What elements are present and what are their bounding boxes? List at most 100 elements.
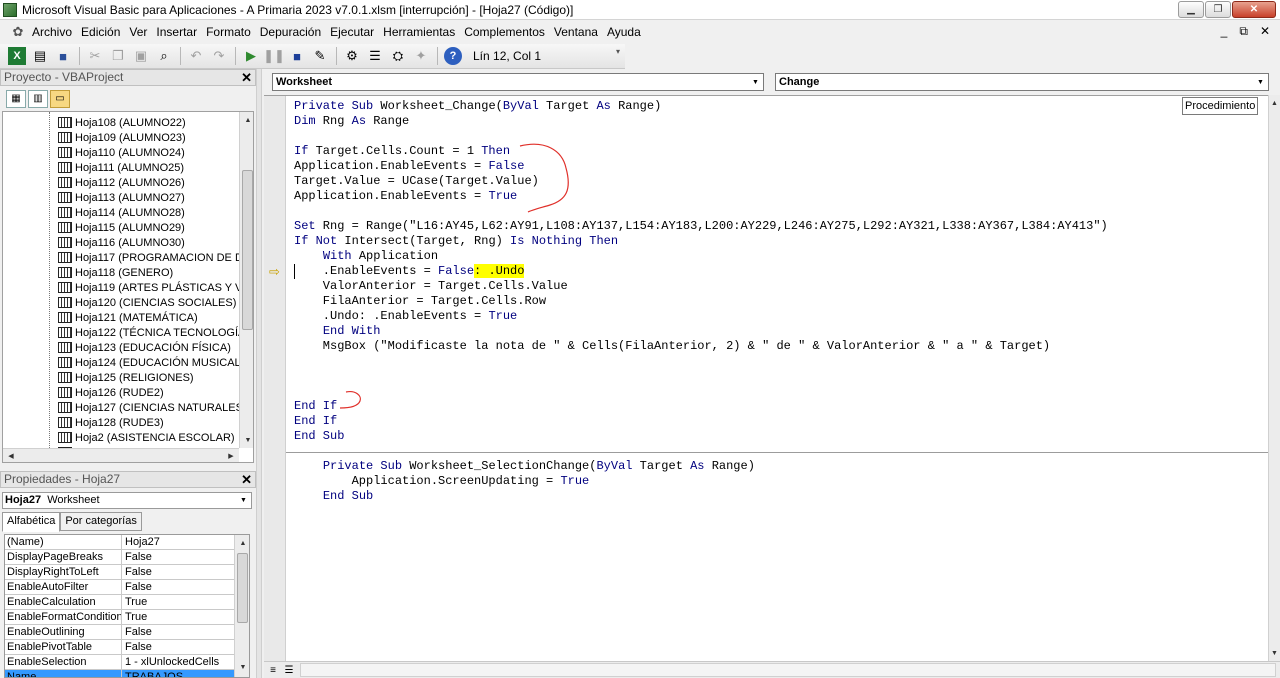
tree-item-sheet[interactable]: Hoja122 (TÉCNICA TECNOLOGÍA)	[58, 325, 249, 340]
toolbar-options-icon[interactable]: ▾	[614, 47, 622, 65]
scroll-down-icon[interactable]: ▼	[235, 659, 249, 675]
insert-module-icon[interactable]: ▤	[31, 47, 49, 65]
menu-depuracion[interactable]: Depuración	[260, 25, 328, 39]
tree-item-sheet[interactable]: Hoja114 (ALUMNO28)	[58, 205, 185, 220]
project-close-icon[interactable]: ✕	[241, 70, 252, 85]
project-tree[interactable]: Hoja108 (ALUMNO22) Hoja109 (ALUMNO23) Hoja…	[2, 111, 254, 463]
properties-scrollbar[interactable]: ▲ ▼	[234, 535, 249, 677]
property-value[interactable]: False	[122, 565, 152, 579]
view-excel-icon[interactable]: X	[8, 47, 26, 65]
vba-system-icon[interactable]: ✿	[10, 24, 26, 40]
tree-item-sheet[interactable]: Hoja125 (RELIGIONES)	[58, 370, 194, 385]
menu-ejecutar[interactable]: Ejecutar	[330, 25, 381, 39]
property-row[interactable]: DisplayRightToLeft False	[5, 565, 235, 580]
menu-formato[interactable]: Formato	[206, 25, 258, 39]
close-button[interactable]: ✕	[1232, 1, 1276, 18]
scroll-down-icon[interactable]: ▼	[240, 432, 253, 448]
tree-item-sheet[interactable]: Hoja112 (ALUMNO26)	[58, 175, 185, 190]
property-value[interactable]: False	[122, 625, 152, 639]
property-value[interactable]: True	[122, 595, 147, 609]
object-dropdown[interactable]: Worksheet ▼	[272, 73, 764, 91]
tree-item-sheet[interactable]: Hoja117 (PROGRAMACION DE DIAS	[58, 250, 253, 265]
tree-item-sheet[interactable]: Hoja121 (MATEMÁTICA)	[58, 310, 198, 325]
copy-icon[interactable]: ❐	[109, 47, 127, 65]
chevron-down-icon[interactable]: ▼	[749, 76, 762, 89]
property-value[interactable]: False	[122, 550, 152, 564]
margin-indicator-bar[interactable]	[264, 96, 286, 662]
procedure-dropdown[interactable]: Change ▼	[775, 73, 1269, 91]
property-value[interactable]: Hoja27	[122, 535, 160, 549]
property-row[interactable]: DisplayPageBreaks False	[5, 550, 235, 565]
view-code-icon[interactable]: ▦	[6, 89, 26, 108]
properties-window-icon[interactable]: ☰	[366, 47, 384, 65]
tree-item-sheet[interactable]: Hoja109 (ALUMNO23)	[58, 130, 186, 145]
tree-item-sheet[interactable]: Hoja115 (ALUMNO29)	[58, 220, 185, 235]
tree-item-sheet[interactable]: Hoja118 (GENERO)	[58, 265, 173, 280]
property-value[interactable]: False	[122, 580, 152, 594]
tree-item-sheet[interactable]: Hoja110 (ALUMNO24)	[58, 145, 185, 160]
menu-archivo[interactable]: Archivo	[32, 25, 79, 39]
mdi-restore-button[interactable]: ⧉	[1239, 24, 1248, 39]
property-row[interactable]: (Name) Hoja27	[5, 535, 235, 550]
scroll-up-icon[interactable]: ▲	[1269, 95, 1280, 111]
help-icon[interactable]: ?	[444, 47, 462, 65]
scroll-up-icon[interactable]: ▲	[235, 535, 249, 551]
properties-close-icon[interactable]: ✕	[241, 472, 252, 487]
scroll-right-icon[interactable]: ▶	[223, 449, 239, 462]
paste-icon[interactable]: ▣	[132, 47, 150, 65]
scroll-up-icon[interactable]: ▲	[240, 112, 253, 128]
run-icon[interactable]: ▶	[242, 47, 260, 65]
code-horizontal-scrollbar[interactable]	[300, 663, 1276, 677]
tree-item-sheet[interactable]: Hoja116 (ALUMNO30)	[58, 235, 185, 250]
tree-item-sheet[interactable]: Hoja2 (ASISTENCIA ESCOLAR)	[58, 430, 235, 445]
menu-insertar[interactable]: Insertar	[156, 25, 204, 39]
property-row[interactable]: EnableOutlining False	[5, 625, 235, 640]
minimize-button[interactable]: ▁	[1178, 1, 1204, 18]
view-object-icon[interactable]: ▥	[28, 89, 48, 108]
property-row[interactable]: EnableAutoFilter False	[5, 580, 235, 595]
code-editor[interactable]: ⇨ Private Sub Worksheet_Change(ByVal Tar…	[264, 95, 1268, 662]
chevron-down-icon[interactable]: ▼	[237, 494, 250, 507]
tree-horizontal-scrollbar[interactable]: ◀ ▶	[3, 448, 239, 462]
mdi-close-button[interactable]: ✕	[1260, 24, 1270, 39]
undo-icon[interactable]: ↶	[187, 47, 205, 65]
tree-item-sheet[interactable]: Hoja123 (EDUCACIÓN FÍSICA)	[58, 340, 231, 355]
tree-item-sheet[interactable]: Hoja124 (EDUCACIÓN MUSICAL)	[58, 355, 244, 370]
cut-icon[interactable]: ✂	[86, 47, 104, 65]
property-value[interactable]: 1 - xlUnlockedCells	[122, 655, 219, 669]
property-value[interactable]: TRABAJOS	[122, 670, 183, 677]
property-value[interactable]: True	[122, 610, 147, 624]
procedure-view-icon[interactable]: ≡	[266, 663, 280, 677]
menu-ver[interactable]: Ver	[129, 25, 154, 39]
tree-item-sheet[interactable]: Hoja120 (CIENCIAS SOCIALES)	[58, 295, 236, 310]
maximize-button[interactable]: ❐	[1205, 1, 1231, 18]
break-icon[interactable]: ❚❚	[263, 47, 285, 65]
tree-item-sheet[interactable]: Hoja113 (ALUMNO27)	[58, 190, 185, 205]
mdi-minimize-button[interactable]: _	[1221, 24, 1228, 39]
property-row[interactable]: EnablePivotTable False	[5, 640, 235, 655]
tree-item-sheet[interactable]: Hoja108 (ALUMNO22)	[58, 115, 186, 130]
tree-vertical-scrollbar[interactable]: ▲ ▼	[239, 112, 253, 448]
object-selector[interactable]: Hoja27 Worksheet ▼	[2, 492, 252, 509]
tab-alfabetica[interactable]: Alfabética	[2, 512, 61, 532]
menu-edicion[interactable]: Edición	[81, 25, 127, 39]
full-module-view-icon[interactable]: ☰	[282, 663, 296, 677]
tree-item-sheet[interactable]: Hoja128 (RUDE3)	[58, 415, 164, 430]
chevron-down-icon[interactable]: ▼	[1254, 76, 1267, 89]
toolbox-icon[interactable]: ✦	[412, 47, 430, 65]
project-explorer-icon[interactable]: ⚙	[343, 47, 361, 65]
scroll-down-icon[interactable]: ▼	[1269, 645, 1280, 661]
redo-icon[interactable]: ↷	[210, 47, 228, 65]
scroll-left-icon[interactable]: ◀	[3, 449, 19, 462]
tree-item-sheet[interactable]: Hoja119 (ARTES PLÁSTICAS Y VISU/	[58, 280, 253, 295]
save-icon[interactable]: ■	[54, 47, 72, 65]
toggle-folders-icon[interactable]: ▭	[50, 89, 70, 108]
panel-splitter[interactable]	[256, 69, 262, 678]
design-mode-icon[interactable]: ✎	[311, 47, 329, 65]
find-icon[interactable]: ⌕	[155, 47, 173, 65]
tree-item-sheet[interactable]: Hoja126 (RUDE2)	[58, 385, 164, 400]
property-value[interactable]: False	[122, 640, 152, 654]
tree-item-sheet[interactable]: Hoja111 (ALUMNO25)	[58, 160, 184, 175]
tree-item-sheet[interactable]: Hoja127 (CIENCIAS NATURALES)	[58, 400, 247, 415]
menu-ayuda[interactable]: Ayuda	[607, 25, 648, 39]
